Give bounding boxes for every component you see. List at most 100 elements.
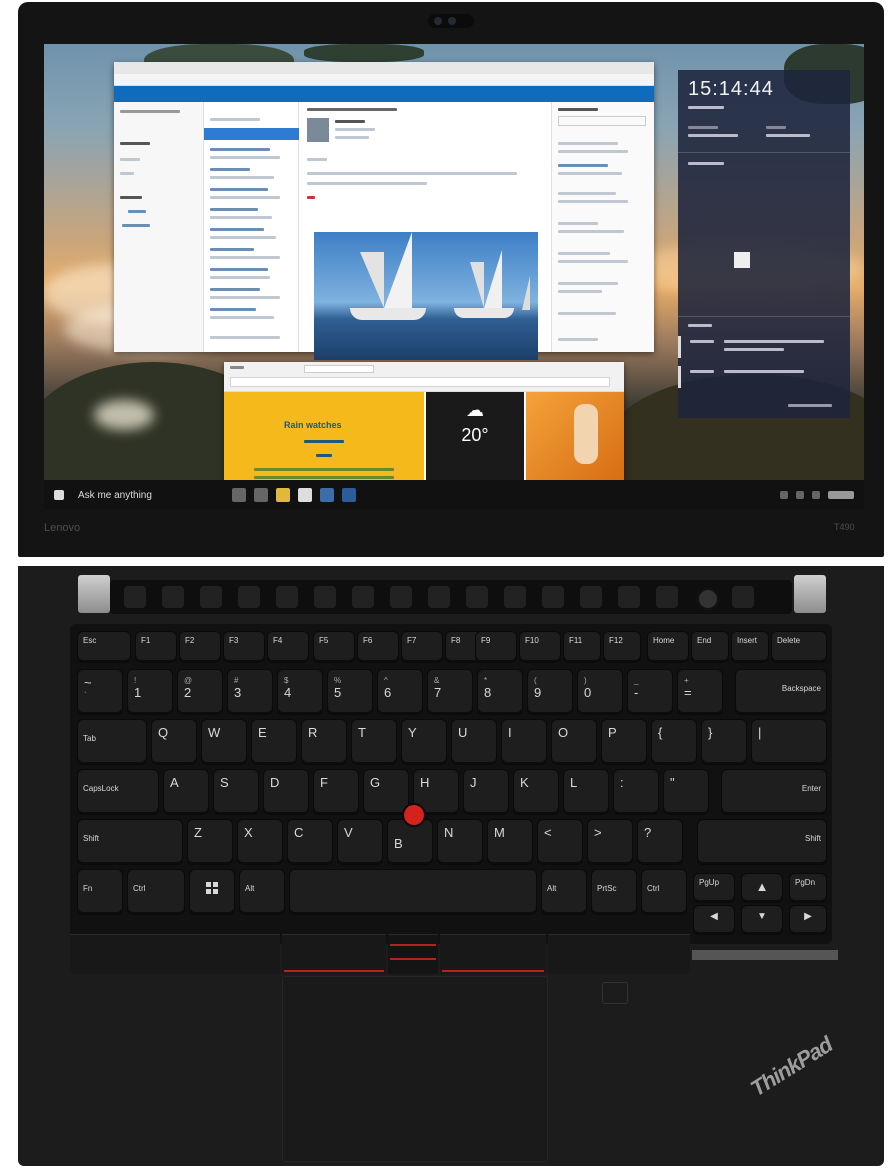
browser-address-bar[interactable] <box>230 377 610 387</box>
key-prtsc[interactable]: PrtSc <box>592 870 636 914</box>
key-e[interactable]: E <box>252 720 296 764</box>
key-minus[interactable]: _ - <box>628 670 672 714</box>
key-7[interactable]: & 7 <box>428 670 472 714</box>
key-f1[interactable]: F1 <box>136 632 176 662</box>
key-f2[interactable]: F2 <box>180 632 220 662</box>
key-space[interactable] <box>290 870 536 914</box>
browser-window[interactable]: Rain watches ☁ 20° <box>224 362 624 490</box>
touchpad[interactable] <box>282 976 548 1162</box>
key-esc[interactable]: Esc <box>78 632 130 662</box>
key-g[interactable]: G <box>364 770 408 814</box>
mail-address-bar[interactable] <box>114 74 654 86</box>
key-f4[interactable]: F4 <box>268 632 308 662</box>
trackpoint-left-button[interactable] <box>282 934 386 974</box>
search-box[interactable]: Ask me anything <box>78 490 152 501</box>
key-backspace[interactable]: Backspace <box>736 670 826 714</box>
key-n[interactable]: N <box>438 820 482 864</box>
key-o[interactable]: O <box>552 720 596 764</box>
key-f[interactable]: F <box>314 770 358 814</box>
key-u[interactable]: U <box>452 720 496 764</box>
key-b[interactable]: B <box>388 820 432 864</box>
key-f11[interactable]: F11 <box>564 632 600 662</box>
key-5[interactable]: % 5 <box>328 670 372 714</box>
key-f7[interactable]: F7 <box>402 632 442 662</box>
browser-taskbar-icon[interactable] <box>253 488 268 502</box>
start-icon[interactable] <box>54 490 64 500</box>
browser-tab[interactable] <box>304 365 374 373</box>
key-j[interactable]: J <box>464 770 508 814</box>
volume-icon[interactable] <box>796 491 804 499</box>
key-f5[interactable]: F5 <box>314 632 354 662</box>
key-p[interactable]: P <box>602 720 646 764</box>
key-c[interactable]: C <box>288 820 332 864</box>
key-k[interactable]: K <box>514 770 558 814</box>
key-l[interactable]: L <box>564 770 608 814</box>
key-i[interactable]: I <box>502 720 546 764</box>
arrow-right-icon[interactable]: ▶ <box>790 906 826 934</box>
key-backslash[interactable]: | <box>752 720 826 764</box>
selected-message[interactable] <box>204 128 299 140</box>
key-y[interactable]: Y <box>402 720 446 764</box>
taskbar-clock[interactable] <box>828 491 854 499</box>
key-z[interactable]: Z <box>188 820 232 864</box>
key-less-than[interactable]: < <box>538 820 582 864</box>
calendar-selected-day[interactable] <box>734 252 750 268</box>
key-right-alt[interactable]: Alt <box>542 870 586 914</box>
trackpoint[interactable] <box>404 805 424 825</box>
fingerprint-reader-icon[interactable] <box>602 982 628 1004</box>
key-delete[interactable]: Delete <box>772 632 826 662</box>
key-d[interactable]: D <box>264 770 308 814</box>
key-f9[interactable]: F9 <box>476 632 516 662</box>
key-2[interactable]: @2 <box>178 670 222 714</box>
key-f6[interactable]: F6 <box>358 632 398 662</box>
calendar-flyout[interactable]: 15:14:44 <box>678 70 850 418</box>
weather-tile[interactable]: ☁ 20° <box>426 392 524 490</box>
key-a[interactable]: A <box>164 770 208 814</box>
key-s[interactable]: S <box>214 770 258 814</box>
key-right-ctrl[interactable]: Ctrl <box>642 870 686 914</box>
arrow-down-icon[interactable]: ▼ <box>742 906 782 934</box>
key-f12[interactable]: F12 <box>604 632 640 662</box>
key-f10[interactable]: F10 <box>520 632 560 662</box>
key-pgdn[interactable]: PgDn <box>790 874 826 902</box>
key-insert[interactable]: Insert <box>732 632 768 662</box>
key-left-ctrl[interactable]: Ctrl <box>128 870 184 914</box>
power-button[interactable] <box>697 588 719 610</box>
calendar-taskbar-icon[interactable] <box>341 488 356 502</box>
key-equals[interactable]: + = <box>678 670 722 714</box>
key-tilde[interactable]: ~ ` <box>78 670 122 714</box>
folder-icon[interactable] <box>275 488 290 502</box>
key-right-brace[interactable]: } <box>702 720 746 764</box>
key-left-brace[interactable]: { <box>652 720 696 764</box>
browser-toolbar[interactable] <box>224 362 624 392</box>
message-list[interactable] <box>204 102 299 352</box>
key-greater-than[interactable]: > <box>588 820 632 864</box>
key-0[interactable]: ) 0 <box>578 670 622 714</box>
key-left-alt[interactable]: Alt <box>240 870 284 914</box>
arrow-up-icon[interactable]: ▲ <box>742 874 782 902</box>
key-f3[interactable]: F3 <box>224 632 264 662</box>
key-pgup[interactable]: PgUp <box>694 874 734 902</box>
key-enter[interactable]: Enter <box>722 770 826 814</box>
key-tab[interactable]: Tab <box>78 720 146 764</box>
news-tile[interactable]: Rain watches <box>224 392 424 490</box>
key-w[interactable]: W <box>202 720 246 764</box>
mail-app-window[interactable] <box>114 62 654 360</box>
key-8[interactable]: * 8 <box>478 670 522 714</box>
key-m[interactable]: M <box>488 820 532 864</box>
key-end[interactable]: End <box>692 632 728 662</box>
key-x[interactable]: X <box>238 820 282 864</box>
battery-icon[interactable] <box>812 491 820 499</box>
key-r[interactable]: R <box>302 720 346 764</box>
key-home[interactable]: Home <box>648 632 688 662</box>
mail-title-bar[interactable] <box>114 62 654 74</box>
key-fn[interactable]: Fn <box>78 870 122 914</box>
key-q[interactable]: Q <box>152 720 196 764</box>
key-question[interactable]: ? <box>638 820 682 864</box>
key-6[interactable]: ^ 6 <box>378 670 422 714</box>
network-icon[interactable] <box>780 491 788 499</box>
key-quote[interactable]: " <box>664 770 708 814</box>
trackpoint-middle-button[interactable] <box>388 934 438 974</box>
key-4[interactable]: $4 <box>278 670 322 714</box>
arrow-left-icon[interactable]: ◀ <box>694 906 734 934</box>
